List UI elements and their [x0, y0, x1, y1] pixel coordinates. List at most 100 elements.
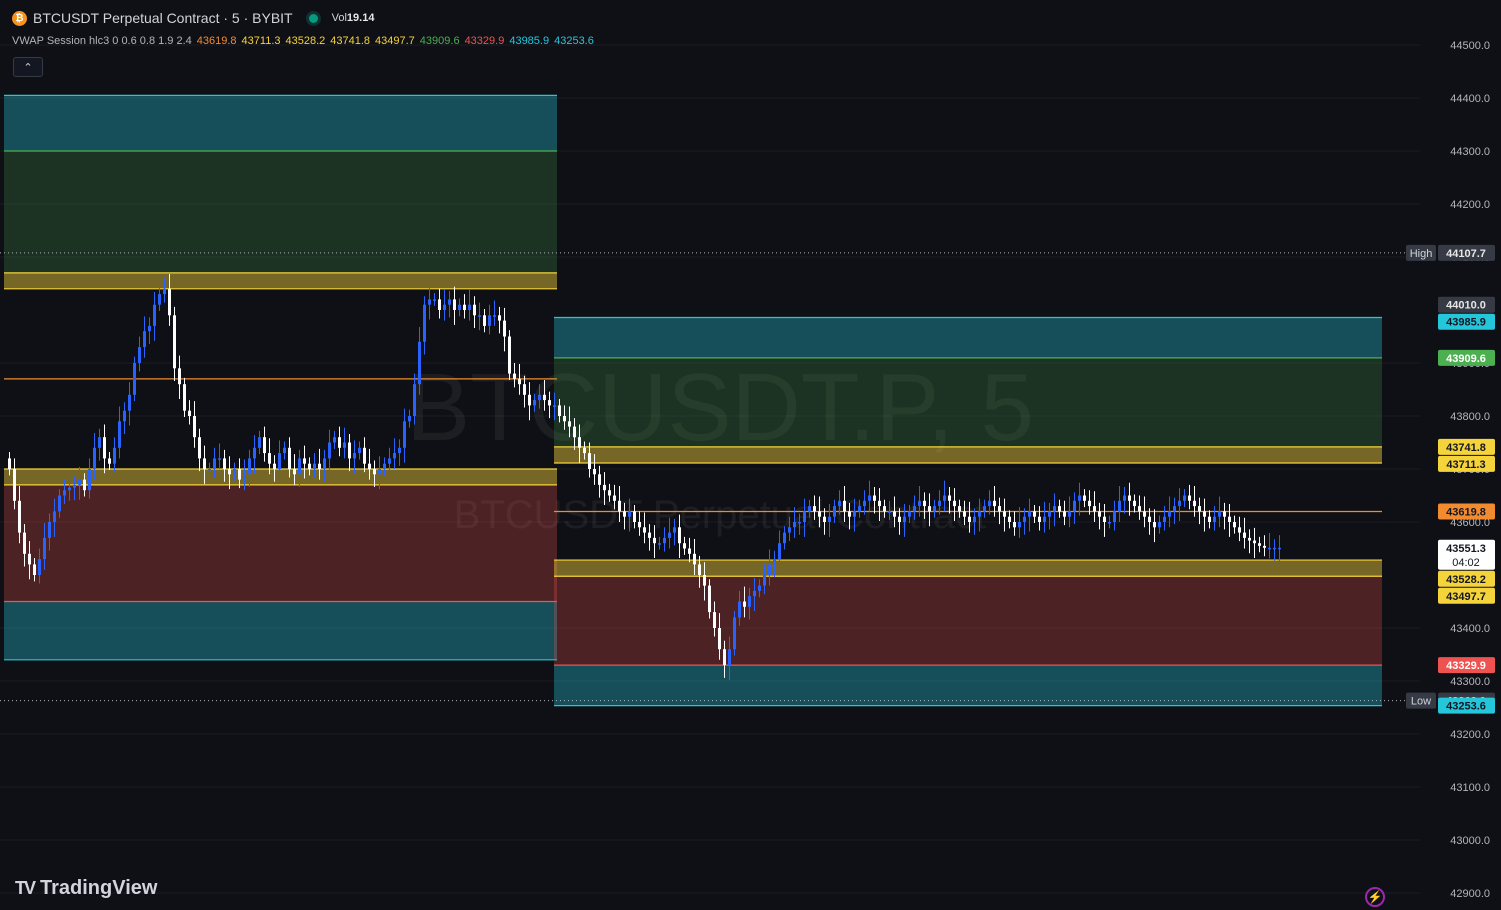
candle-body [253, 447, 256, 459]
candle-body [178, 368, 181, 385]
candle-body [1118, 500, 1121, 512]
candle-body [183, 384, 186, 411]
candle-body [48, 522, 51, 538]
candle-body [553, 405, 556, 407]
collapse-legend-button[interactable]: ⌃ [13, 57, 43, 77]
price-label: 43329.9 [1446, 660, 1486, 672]
candle-body [368, 463, 371, 469]
candle-body [733, 617, 736, 650]
symbol-title[interactable]: BTCUSDT Perpetual Contract · 5 · BYBIT [33, 10, 293, 26]
candle-body [1013, 522, 1016, 528]
candle-body [1168, 511, 1171, 517]
candle-body [748, 596, 751, 607]
candle-body [903, 516, 906, 522]
candle-body [873, 495, 876, 501]
candle-body [638, 522, 641, 528]
candle-body [703, 575, 706, 586]
candle-body [993, 500, 996, 507]
vwap-band-fill [4, 272, 557, 289]
candle-body [1198, 506, 1201, 512]
candle-body [1003, 511, 1006, 517]
candle-body [813, 506, 816, 512]
candle-body [523, 384, 526, 395]
candle-body [753, 590, 756, 597]
vwap-band-fill [554, 560, 1382, 577]
candle-body [953, 500, 956, 507]
candle-body [483, 315, 486, 326]
candle-body [1018, 522, 1021, 528]
candle-body [233, 469, 236, 475]
candle-body [1123, 495, 1126, 501]
indicator-value: 43329.9 [464, 35, 505, 47]
candle-body [878, 500, 881, 507]
candle-body [593, 469, 596, 475]
indicator-value: 43741.8 [330, 35, 371, 47]
candle-body [883, 506, 886, 512]
price-label: 44010.0 [1446, 300, 1486, 312]
candle-body [1243, 532, 1246, 538]
candle-body [1028, 511, 1031, 517]
candle-body [1053, 506, 1056, 512]
candle-body [1163, 516, 1166, 522]
candle-body [963, 511, 966, 517]
candle-body [1238, 527, 1241, 533]
vwap-band-fill [554, 446, 1382, 464]
candle-body [803, 511, 806, 522]
candle-body [63, 490, 66, 496]
candle-body [318, 463, 321, 469]
candle-body [1048, 511, 1051, 517]
candle-body [938, 500, 941, 507]
candle-body [223, 458, 226, 469]
candle-body [713, 612, 716, 628]
indicator-value: 43497.7 [375, 35, 415, 47]
candle-body [498, 315, 501, 321]
candle-body [598, 474, 601, 485]
candle-body [78, 479, 81, 485]
candle-body [943, 495, 946, 501]
candle-body [743, 601, 746, 607]
price-label: 43253.6 [1446, 701, 1486, 713]
volume-value: 19.14 [346, 12, 375, 24]
candle-body [1133, 500, 1136, 507]
candle-body [173, 315, 176, 369]
indicator-name[interactable]: VWAP Session hlc3 0 0.6 0.8 1.9 2.4 [12, 35, 192, 47]
candle-body [888, 511, 891, 513]
candle-body [243, 474, 246, 480]
candle-body [773, 559, 776, 565]
candle-body [438, 299, 441, 310]
candle-body [58, 495, 61, 512]
candle-body [1158, 522, 1161, 528]
candle-body [843, 500, 846, 512]
candle-body [678, 527, 681, 544]
candle-body [398, 447, 401, 454]
candle-body [898, 516, 901, 522]
candle-body [1138, 506, 1141, 512]
candle-body [663, 537, 666, 544]
candle-body [28, 553, 31, 565]
candle-body [23, 532, 26, 554]
candle-body [433, 299, 436, 301]
candle-body [473, 304, 476, 316]
candle-body [1128, 495, 1131, 501]
price-label: 43741.8 [1446, 442, 1486, 454]
candle-body [983, 506, 986, 512]
price-chart[interactable]: BTCUSDT.P, 5 BTCUSDT Perpetual Contract … [0, 0, 1501, 910]
candle-body [113, 447, 116, 464]
candle-body [348, 442, 351, 459]
candle-body [788, 527, 791, 533]
candle-body [493, 315, 496, 317]
candle-body [118, 421, 121, 448]
candle-body [933, 506, 936, 512]
candle-body [153, 304, 156, 326]
lightning-icon[interactable]: ⚡ [1365, 887, 1385, 907]
candle-body [1058, 506, 1061, 512]
y-tick-label: 43300.0 [1450, 676, 1490, 688]
indicator-legend[interactable]: VWAP Session hlc3 0 0.6 0.8 1.9 2.4 4361… [12, 35, 594, 47]
candle-body [1268, 547, 1271, 550]
candle-body [43, 537, 46, 560]
candle-body [1258, 543, 1261, 546]
y-tick-label: 43100.0 [1450, 782, 1490, 794]
candle-body [428, 299, 431, 305]
y-tick-label: 44400.0 [1450, 93, 1490, 105]
candle-body [88, 469, 91, 491]
